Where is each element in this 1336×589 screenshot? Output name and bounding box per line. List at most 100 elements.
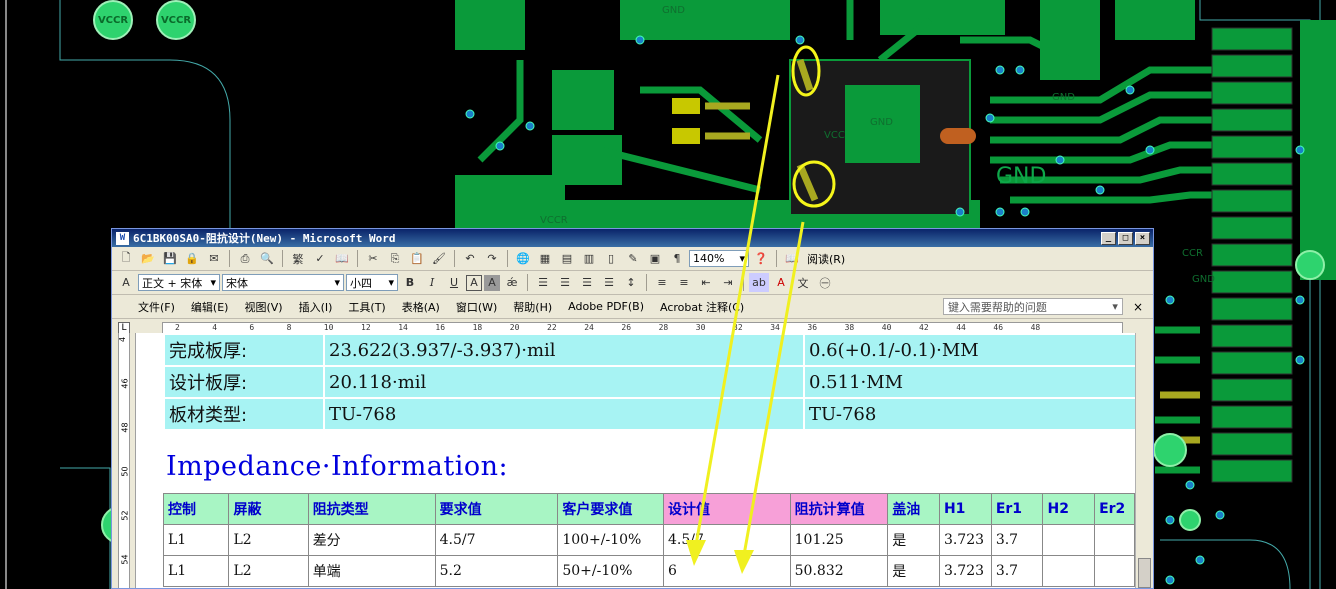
document-page[interactable]: 完成板厚: 23.622(3.937/-3.937)·mil 0.6(+0.1/…	[160, 333, 1138, 588]
styles-formatting-icon[interactable]: A	[116, 273, 136, 292]
read-button[interactable]: 阅读(R)	[804, 251, 848, 267]
table-cell[interactable]: L1	[162, 524, 230, 556]
font-size-select[interactable]: 小四 ▾	[346, 274, 398, 291]
table-cell[interactable]: 6	[662, 555, 791, 587]
table-cell[interactable]: 单端	[307, 555, 436, 587]
permission-icon[interactable]: 🔒	[182, 249, 202, 268]
research-icon[interactable]: 📖	[332, 249, 352, 268]
italic-button[interactable]: I	[422, 273, 442, 292]
tables-borders-icon[interactable]: ▦	[535, 249, 555, 268]
char-border-button[interactable]: A	[466, 274, 482, 291]
menu-bar: 文件(F) 编辑(E) 视图(V) 插入(I) 工具(T) 表格(A) 窗口(W…	[112, 295, 1153, 319]
align-right-icon[interactable]: ☰	[577, 273, 597, 292]
ruler-mark: 46	[993, 323, 1004, 332]
table-cell[interactable]: 100+/-10%	[557, 524, 664, 556]
table-cell[interactable]: 5.2	[434, 555, 559, 587]
char-shading-button[interactable]: A	[484, 274, 500, 291]
insert-excel-icon[interactable]: ▥	[579, 249, 599, 268]
highlight-icon[interactable]: ab	[749, 273, 769, 292]
justify-icon[interactable]: ☰	[599, 273, 619, 292]
char-scaling-icon[interactable]: ǽ	[502, 273, 522, 292]
drawing-icon[interactable]: ✎	[623, 249, 643, 268]
table-cell[interactable]: 101.25	[789, 524, 889, 556]
redo-icon[interactable]: ↷	[482, 249, 502, 268]
table-cell[interactable]: 3.7	[990, 555, 1044, 587]
table-cell[interactable]	[1094, 524, 1135, 556]
menu-help[interactable]: 帮助(H)	[505, 299, 560, 315]
email-icon[interactable]: ✉	[204, 249, 224, 268]
phonetic-guide-icon[interactable]: 文	[793, 273, 813, 292]
line-spacing-icon[interactable]: ↕	[621, 273, 641, 292]
menu-file[interactable]: 文件(F)	[130, 299, 183, 315]
vertical-scrollbar[interactable]	[1135, 333, 1153, 588]
style-select[interactable]: 正文 + 宋体 ▾	[138, 274, 220, 291]
print-icon[interactable]: ⎙	[235, 249, 255, 268]
cut-icon[interactable]: ✂	[363, 249, 383, 268]
menu-edit[interactable]: 编辑(E)	[183, 299, 237, 315]
print-preview-icon[interactable]: 🔍	[257, 249, 277, 268]
table-cell[interactable]: L1	[162, 555, 230, 587]
close-button[interactable]: ×	[1135, 231, 1150, 245]
table-cell[interactable]	[1042, 555, 1096, 587]
new-document-icon[interactable]: 🗋	[116, 249, 136, 268]
document-area[interactable]: 4 46 48 50 52 54 完成板厚: 23.622(3.937/-3.937)·m…	[112, 333, 1153, 588]
align-left-icon[interactable]: ☰	[533, 273, 553, 292]
menu-tools[interactable]: 工具(T)	[340, 299, 393, 315]
table-cell[interactable]: 50.832	[789, 555, 889, 587]
traditional-chinese-icon[interactable]: 繁	[288, 249, 308, 268]
menu-acrobat-comments[interactable]: Acrobat 注释(C)	[652, 299, 752, 315]
menu-view[interactable]: 视图(V)	[236, 299, 290, 315]
read-icon[interactable]: 📖	[782, 249, 802, 268]
table-cell[interactable]	[1094, 555, 1135, 587]
bold-button[interactable]: B	[400, 273, 420, 292]
underline-button[interactable]: U	[444, 273, 464, 292]
undo-icon[interactable]: ↶	[460, 249, 480, 268]
table-cell[interactable]: 4.5/7	[434, 524, 559, 556]
paste-icon[interactable]: 📋	[407, 249, 427, 268]
table-cell[interactable]: L2	[228, 524, 309, 556]
table-cell[interactable]: 3.723	[938, 555, 992, 587]
copy-icon[interactable]: ⎘	[385, 249, 405, 268]
menu-adobe-pdf[interactable]: Adobe PDF(B)	[560, 300, 652, 313]
spelling-icon[interactable]: ✓	[310, 249, 330, 268]
columns-icon[interactable]: ▯	[601, 249, 621, 268]
minimize-button[interactable]: _	[1101, 231, 1116, 245]
menu-insert[interactable]: 插入(I)	[291, 299, 341, 315]
title-bar[interactable]: W 6C1BK00SA0-阻抗设计(New) - Microsoft Word …	[112, 229, 1153, 247]
table-cell[interactable]: 是	[887, 524, 940, 556]
bullets-icon[interactable]: ≡	[674, 273, 694, 292]
table-cell[interactable]: 50+/-10%	[557, 555, 664, 587]
document-close-button[interactable]: ×	[1123, 300, 1153, 314]
open-folder-icon[interactable]: 📂	[138, 249, 158, 268]
show-formatting-icon[interactable]: ¶	[667, 249, 687, 268]
font-color-icon[interactable]: A	[771, 273, 791, 292]
table-cell[interactable]: 3.7	[990, 524, 1044, 556]
table-cell[interactable]: 差分	[307, 524, 436, 556]
table-cell[interactable]: 4.5/7	[662, 524, 791, 556]
gnd-label: GND	[996, 164, 1047, 189]
maximize-button[interactable]: □	[1118, 231, 1133, 245]
menu-table[interactable]: 表格(A)	[394, 299, 448, 315]
font-select[interactable]: 宋体 ▾	[222, 274, 344, 291]
save-icon[interactable]: 💾	[160, 249, 180, 268]
decrease-indent-icon[interactable]: ⇤	[696, 273, 716, 292]
word-window[interactable]: W 6C1BK00SA0-阻抗设计(New) - Microsoft Word …	[111, 228, 1154, 589]
table-cell[interactable]: L2	[228, 555, 309, 587]
insert-table-icon[interactable]: ▤	[557, 249, 577, 268]
zoom-select[interactable]: 140% ▾	[689, 250, 749, 267]
menu-window[interactable]: 窗口(W)	[448, 299, 505, 315]
increase-indent-icon[interactable]: ⇥	[718, 273, 738, 292]
table-cell[interactable]: 是	[887, 555, 940, 587]
table-cell[interactable]: 3.723	[938, 524, 992, 556]
help-icon[interactable]: ❓	[751, 249, 771, 268]
numbering-icon[interactable]: ≡	[652, 273, 672, 292]
toolbar-separator	[646, 274, 647, 291]
hyperlink-icon[interactable]: 🌐	[513, 249, 533, 268]
help-search-input[interactable]: 键入需要帮助的问题 ▾	[942, 298, 1123, 315]
document-map-icon[interactable]: ▣	[645, 249, 665, 268]
align-center-icon[interactable]: ☰	[555, 273, 575, 292]
table-cell[interactable]	[1042, 524, 1096, 556]
format-painter-icon[interactable]: 🖌	[429, 249, 449, 268]
enclose-character-icon[interactable]: ㊀	[815, 273, 835, 292]
scrollbar-thumb[interactable]	[1138, 558, 1151, 588]
